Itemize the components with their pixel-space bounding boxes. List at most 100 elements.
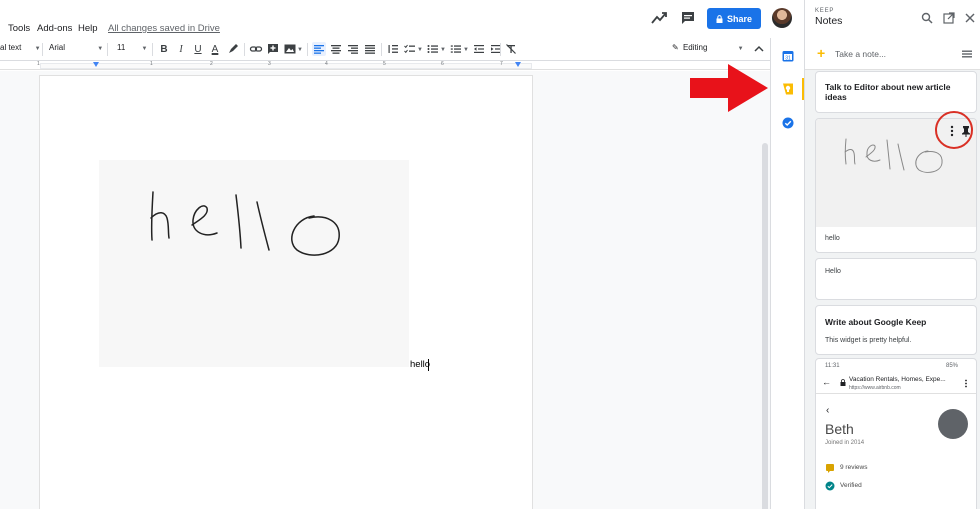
italic-icon[interactable]: I	[174, 42, 188, 56]
ruler-number: 6	[441, 61, 444, 67]
checklist-icon[interactable]	[403, 42, 417, 56]
chevron-down-icon[interactable]: ▼	[463, 47, 469, 53]
ruler-number: 1	[150, 61, 153, 67]
decrease-indent-icon[interactable]	[472, 42, 486, 56]
style-select-value: al text	[0, 43, 22, 52]
chevron-down-icon[interactable]: ▼	[440, 47, 446, 53]
red-circle-annotation	[935, 111, 973, 149]
link-icon[interactable]	[249, 42, 263, 56]
sort-list-icon[interactable]	[961, 48, 973, 60]
toolbar-divider	[244, 43, 245, 56]
font-size-select[interactable]: 11 ▼	[117, 43, 148, 52]
align-right-icon[interactable]	[346, 42, 360, 56]
plus-icon: +	[817, 45, 826, 61]
calendar-icon[interactable]: 31	[782, 50, 794, 62]
document-page[interactable]: hello	[40, 76, 532, 509]
note-card-screenshot[interactable]: 11:31 85% ← Vacation Rentals, Homes, Exp…	[815, 358, 977, 509]
menu-addons[interactable]: Add-ons	[37, 23, 72, 34]
style-select[interactable]: al text ▼	[0, 43, 41, 52]
formatting-toolbar: al text ▼ Arial ▼ 11 ▼ B I U A ▼ ▼ ▼ ▼ ✎…	[0, 39, 770, 61]
insert-image-icon[interactable]	[283, 42, 297, 56]
search-icon[interactable]	[921, 12, 933, 24]
profile-avatar	[938, 409, 968, 439]
note-card[interactable]: Write about Google Keep This widget is p…	[815, 305, 977, 355]
toolbar-divider	[500, 43, 501, 56]
note-card[interactable]: Talk to Editor about new article ideas	[815, 71, 977, 113]
keep-icon[interactable]	[782, 83, 794, 95]
font-select[interactable]: Arial ▼	[49, 43, 103, 52]
screen: Tools Add-ons Help All changes saved in …	[0, 0, 980, 509]
take-note-placeholder: Take a note...	[835, 49, 887, 59]
font-select-value: Arial	[49, 43, 66, 52]
font-size-value: 11	[117, 43, 126, 52]
keep-header: KEEP Notes	[805, 0, 980, 38]
add-comment-icon[interactable]	[266, 42, 280, 56]
editing-mode-label: Editing	[682, 43, 708, 52]
docs-menubar: Tools Add-ons Help All changes saved in …	[0, 0, 792, 38]
avatar[interactable]	[772, 8, 792, 28]
profile-reviews: 9 reviews	[840, 464, 868, 471]
clear-formatting-icon[interactable]	[504, 42, 518, 56]
comment-icon[interactable]	[680, 10, 696, 26]
align-left-icon[interactable]	[312, 42, 326, 56]
chevron-down-icon: ▼	[141, 46, 148, 52]
right-indent-marker[interactable]	[515, 62, 521, 67]
bold-icon[interactable]: B	[157, 42, 171, 56]
ruler-number: 4	[325, 61, 328, 67]
phone-url: https://www.airbnb.com	[849, 385, 901, 391]
profile-joined: Joined in 2014	[825, 440, 865, 446]
phone-status-bar: 11:31 85%	[816, 359, 976, 371]
numbered-list-icon[interactable]	[449, 42, 463, 56]
editing-mode-select[interactable]: ✎ Editing ▼	[672, 43, 744, 52]
take-note-bar[interactable]: + Take a note...	[805, 38, 980, 70]
inserted-drawing[interactable]	[99, 160, 409, 367]
text-color-icon[interactable]: A	[208, 42, 222, 56]
phone-time: 11:31	[825, 363, 840, 369]
note-card[interactable]: Hello	[815, 258, 977, 300]
share-button[interactable]: Share	[707, 8, 761, 29]
note-body: hello	[825, 235, 840, 242]
ruler-number: 1	[37, 61, 40, 67]
left-indent-marker[interactable]	[93, 62, 99, 67]
note-body: Hello	[825, 268, 841, 275]
back-arrow-icon: ←	[822, 377, 831, 387]
line-spacing-icon[interactable]	[386, 42, 400, 56]
horizontal-ruler[interactable]: 1 1 2 3 4 5 6 7	[0, 61, 770, 70]
chevron-left-icon: ‹	[826, 405, 830, 416]
pencil-icon: ✎	[672, 43, 679, 52]
open-in-new-tab-icon[interactable]	[943, 12, 955, 24]
saved-status-link[interactable]: All changes saved in Drive	[108, 23, 220, 34]
keep-app-label: KEEP	[815, 8, 835, 14]
profile-name: Beth	[825, 421, 854, 437]
align-justify-icon[interactable]	[363, 42, 377, 56]
note-body: This widget is pretty helpful.	[825, 337, 912, 344]
highlight-pen-icon[interactable]	[226, 42, 240, 56]
red-arrow-annotation	[690, 64, 768, 112]
document-canvas: hello	[0, 71, 770, 509]
collapse-menus-icon[interactable]	[752, 42, 766, 56]
phone-battery: 85%	[946, 363, 959, 369]
menu-tools[interactable]: Tools	[8, 23, 30, 34]
menu-help[interactable]: Help	[78, 23, 98, 34]
verified-icon	[825, 481, 835, 491]
handwriting-drawing	[150, 191, 340, 256]
toolbar-divider	[107, 43, 108, 56]
chevron-down-icon[interactable]: ▼	[297, 47, 303, 53]
side-panel-strip: 31	[770, 38, 805, 509]
document-scrollbar[interactable]	[762, 143, 768, 509]
tasks-icon[interactable]	[782, 117, 794, 129]
more-options-icon	[965, 379, 967, 388]
lock-icon	[716, 14, 723, 23]
phone-page-title: Vacation Rentals, Homes, Expe...	[849, 376, 946, 383]
ruler-number: 5	[383, 61, 386, 67]
activity-dashboard-icon[interactable]	[650, 10, 668, 26]
phone-url-bar: ← Vacation Rentals, Homes, Expe... https…	[816, 372, 976, 394]
align-center-icon[interactable]	[329, 42, 343, 56]
share-label: Share	[726, 13, 752, 24]
underline-icon[interactable]: U	[191, 42, 205, 56]
toolbar-divider	[381, 43, 382, 56]
chevron-down-icon[interactable]: ▼	[417, 47, 423, 53]
toolbar-divider	[152, 43, 153, 56]
bulleted-list-icon[interactable]	[426, 42, 440, 56]
close-icon[interactable]	[964, 12, 976, 24]
